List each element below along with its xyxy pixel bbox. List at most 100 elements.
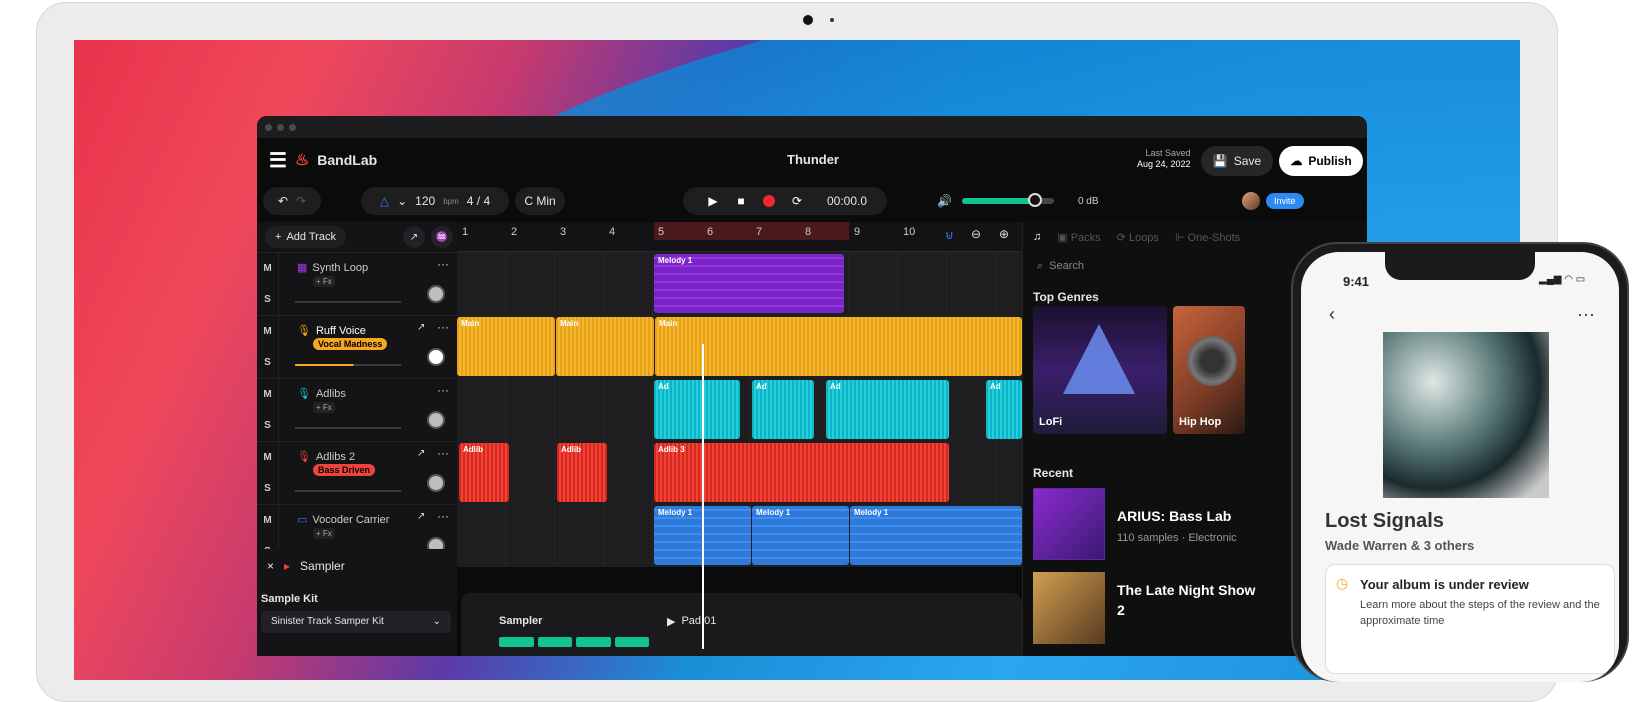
automation-icon[interactable]: ↗ <box>403 226 425 248</box>
solo-button[interactable]: S <box>264 294 271 305</box>
track-name[interactable]: ▦ Synth Loop <box>297 261 368 275</box>
window-close-dot[interactable] <box>265 123 272 131</box>
mute-button[interactable]: M <box>263 389 271 400</box>
track-volume-slider[interactable] <box>295 364 401 366</box>
bar-number: 7 <box>756 226 763 238</box>
more-icon[interactable]: ··· <box>1577 304 1595 325</box>
clip-main[interactable]: Main <box>556 317 654 376</box>
fx-preset-badge[interactable]: Vocal Madness <box>313 338 388 350</box>
genre-card[interactable]: Hip Hop <box>1173 306 1245 434</box>
volume-handle[interactable] <box>1027 193 1042 207</box>
save-button[interactable]: 💾 Save <box>1201 146 1273 176</box>
metronome-icon[interactable]: △ <box>380 194 389 208</box>
window-minimize-dot[interactable] <box>277 123 284 131</box>
more-icon[interactable]: ··· <box>437 383 449 397</box>
back-icon[interactable]: ‹ <box>1329 304 1335 325</box>
redo-icon[interactable]: ↷ <box>296 194 306 208</box>
pad[interactable] <box>537 637 572 647</box>
sampler-panel-title: Sampler <box>499 615 543 627</box>
mute-button[interactable]: M <box>263 452 271 463</box>
fx-button[interactable]: + Fx <box>313 276 335 287</box>
publish-button[interactable]: ☁ Publish <box>1279 146 1363 176</box>
playhead[interactable] <box>702 344 704 649</box>
loop-region[interactable] <box>654 222 849 240</box>
pan-knob[interactable] <box>427 474 445 492</box>
zoom-out-icon[interactable]: ⊖ <box>971 227 981 241</box>
pad[interactable] <box>499 637 534 647</box>
invite-button[interactable]: Invite <box>1266 193 1304 209</box>
time-signature[interactable]: 4 / 4 <box>467 194 490 208</box>
track-name[interactable]: ▭ Vocoder Carrier <box>297 513 389 527</box>
magnet-icon[interactable]: ⊍ <box>945 228 954 242</box>
solo-button[interactable]: S <box>264 420 271 431</box>
fx-preset-badge[interactable]: Bass Driven <box>313 464 376 476</box>
clip-ad[interactable]: Ad <box>826 380 949 439</box>
sample-kit-select[interactable]: Sinister Track Samper Kit ⌄ <box>261 611 451 633</box>
clip-main[interactable]: Main <box>457 317 555 376</box>
stop-icon[interactable]: ■ <box>731 191 751 211</box>
undo-icon[interactable]: ↶ <box>278 194 288 208</box>
search-placeholder: Search <box>1049 260 1085 272</box>
clip-ad[interactable]: Ad <box>752 380 814 439</box>
zoom-in-icon[interactable]: ⊕ <box>999 227 1009 241</box>
avatar[interactable] <box>1242 192 1260 210</box>
pad[interactable] <box>576 637 611 647</box>
more-icon[interactable]: ··· <box>437 446 449 460</box>
album-artist[interactable]: Wade Warren & 3 others <box>1325 538 1474 553</box>
music-note-icon[interactable]: ♫ <box>1033 231 1041 243</box>
pan-knob[interactable] <box>427 285 445 303</box>
pan-knob[interactable] <box>427 348 445 366</box>
pad[interactable] <box>614 637 649 647</box>
mute-button[interactable]: M <box>263 263 271 274</box>
more-icon[interactable]: ··· <box>437 257 449 271</box>
genre-card[interactable]: LoFi <box>1033 306 1167 434</box>
clip-melody[interactable]: Melody 1 <box>654 254 844 313</box>
track-name[interactable]: 🎙 Adlibs 2 <box>297 450 355 464</box>
clip-adlib[interactable]: Adlib <box>557 443 607 502</box>
tab-packs[interactable]: ▣ Packs <box>1057 231 1100 244</box>
pad-selector[interactable]: ▶ Pad 01 <box>667 615 716 628</box>
clip-adlib[interactable]: Adlib <box>459 443 509 502</box>
waveform-icon[interactable]: ♒ <box>431 226 453 248</box>
clip-main[interactable]: Main <box>655 317 1022 376</box>
clip-melody[interactable]: Melody 1 <box>752 506 849 565</box>
more-icon[interactable]: ··· <box>437 320 449 334</box>
speaker-icon[interactable]: 🔊 <box>937 194 952 208</box>
solo-button[interactable]: S <box>264 357 271 368</box>
add-track-button[interactable]: + Add Track <box>265 226 346 248</box>
review-card[interactable]: ◷ Your album is under review Learn more … <box>1325 564 1615 674</box>
song-title[interactable]: Thunder <box>787 152 839 167</box>
more-icon[interactable]: ··· <box>437 509 449 523</box>
automation-icon[interactable]: ↗ <box>417 448 425 459</box>
fx-button[interactable]: + Fx <box>313 528 335 539</box>
mute-button[interactable]: M <box>263 515 271 526</box>
clip-adlib-3[interactable]: Adlib 3 <box>654 443 949 502</box>
track-volume-slider[interactable] <box>295 490 401 492</box>
menu-icon[interactable]: ☰ <box>269 148 287 173</box>
pan-knob[interactable] <box>427 411 445 429</box>
track-volume-slider[interactable] <box>295 301 401 303</box>
track-volume-slider[interactable] <box>295 427 401 429</box>
automation-icon[interactable]: ↗ <box>417 322 425 333</box>
fx-button[interactable]: + Fx <box>313 402 335 413</box>
close-icon[interactable]: × <box>267 559 274 573</box>
clip-melody[interactable]: Melody 1 <box>850 506 1022 565</box>
automation-icon[interactable]: ↗ <box>417 511 425 522</box>
tab-one-shots[interactable]: ⊩ One-Shots <box>1175 231 1240 244</box>
record-button[interactable] <box>759 191 779 211</box>
tab-loops[interactable]: ⟳ Loops <box>1117 231 1159 244</box>
track-name[interactable]: 🎙 Adlibs <box>297 387 346 401</box>
window-zoom-dot[interactable] <box>289 123 296 131</box>
loop-icon[interactable]: ⟳ <box>787 191 807 211</box>
tempo-value[interactable]: 120 <box>415 194 435 208</box>
clip-ad[interactable]: Ad <box>654 380 740 439</box>
track-name[interactable]: 🎙 Ruff Voice <box>297 324 366 338</box>
solo-button[interactable]: S <box>264 483 271 494</box>
timeline-ruler[interactable]: 1 2 3 4 5 6 7 8 9 10 ⊍ ⊖ ⊕ <box>457 222 1022 252</box>
chevron-down-icon[interactable]: ⌄ <box>397 194 407 208</box>
clip-ad[interactable]: Ad <box>986 380 1022 439</box>
key-select[interactable]: C Min <box>515 187 565 215</box>
volume-slider[interactable] <box>961 193 1054 207</box>
mute-button[interactable]: M <box>263 326 271 337</box>
play-icon[interactable]: ▶ <box>703 191 723 211</box>
